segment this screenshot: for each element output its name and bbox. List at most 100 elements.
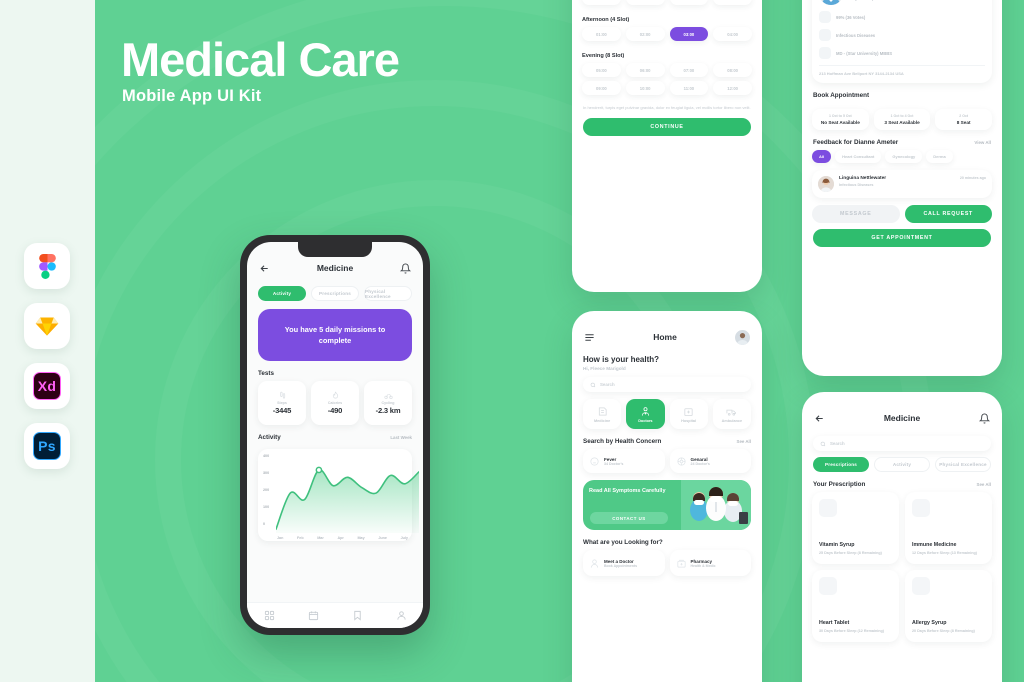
search-input[interactable]: Search [583, 377, 751, 392]
bell-icon[interactable] [979, 413, 990, 424]
feedback-filters: All Heart Consultant Gynecology Derma [802, 150, 1002, 163]
tests-section-header: Tests [247, 361, 423, 381]
hamburger-menu-icon[interactable] [584, 332, 595, 343]
message-button[interactable]: MESSAGE [812, 205, 900, 223]
concern-name: Genaral [690, 456, 708, 462]
time-slot[interactable]: 08:00 [713, 63, 752, 77]
prescription-section-header: Your Prescription See All [802, 472, 1002, 492]
bottom-navigation [247, 602, 423, 628]
user-avatar[interactable] [735, 329, 750, 345]
time-slot[interactable]: 05:00 [582, 63, 621, 77]
concern-see-all[interactable]: See All [737, 439, 751, 444]
date-card[interactable]: 2 Oct 8 Seat [935, 109, 993, 130]
time-slot[interactable]: 07:00 [669, 63, 709, 77]
profile-icon[interactable] [396, 610, 407, 621]
arrow-left-icon[interactable] [259, 263, 270, 274]
calendar-icon[interactable] [308, 610, 319, 621]
looking-card-doctor[interactable]: Meet a Doctor Book Appointments [583, 550, 665, 576]
time-slot[interactable]: 06:00 [625, 63, 665, 77]
doctor-address: 213 Hoffman Ave Bellport NY 3144-2134 US… [819, 65, 985, 76]
time-slot[interactable]: 11:00 [669, 81, 709, 95]
concern-card-fever[interactable]: Fever 34 Doctor's [583, 449, 665, 473]
cycling-icon [383, 394, 393, 399]
time-slot[interactable]: 02:00 [625, 27, 665, 41]
date-status: 3 Seat Available [884, 120, 920, 125]
medicine-detail: 12 Days Before Sleep (13 Remaining) [912, 551, 977, 556]
test-card-calories[interactable]: Calories -490 [311, 381, 359, 425]
contact-us-button[interactable]: CONTACT US [590, 512, 668, 524]
time-slot[interactable]: 04:00 [713, 27, 752, 41]
get-appointment-button[interactable]: GET APPOINTMENT [813, 229, 991, 247]
category-hospital[interactable]: Hospital [669, 399, 708, 429]
date-card[interactable]: 1 Oct to 4 Oct 3 Seat Available [873, 109, 931, 130]
sketch-icon[interactable] [24, 303, 70, 349]
tab-prescriptions[interactable]: Prescriptions [813, 457, 869, 472]
promo-banner[interactable]: Read All Symptoms Carefully CONTACT US [583, 480, 751, 530]
ambulance-icon [726, 409, 737, 416]
category-doctors[interactable]: Doctors [626, 399, 665, 429]
time-slot[interactable]: 11:00 [669, 0, 709, 5]
time-slot[interactable]: 09:00 [582, 0, 621, 5]
concern-count: 24 Doctor's [690, 461, 710, 466]
time-slot[interactable]: 01:00 [582, 27, 621, 41]
bookmark-icon[interactable] [352, 610, 363, 621]
general-icon [676, 456, 686, 466]
filter-all[interactable]: All [812, 150, 832, 163]
arrow-left-icon[interactable] [814, 413, 825, 424]
test-card-cycling[interactable]: Cycling -2.3 km [364, 381, 412, 425]
time-slot[interactable]: 10:00 [625, 0, 665, 5]
looking-name: Pharmacy [690, 558, 713, 564]
activity-header: Medicine [247, 256, 423, 280]
page-title: Medicine [316, 263, 354, 273]
allergy-box-icon [912, 577, 930, 595]
daily-missions-banner[interactable]: You have 5 daily missions to complete [258, 309, 412, 361]
home-header: Home [572, 325, 762, 349]
doctor-experience: 24 years experience overall [849, 0, 905, 1]
medicine-card[interactable]: Allergy Syrup 20 Days Before Sleep (8 Re… [905, 570, 992, 642]
concern-cards: Fever 34 Doctor's Genaral 24 Doctor's [572, 449, 762, 473]
grid-icon[interactable] [264, 610, 275, 621]
category-ambulance[interactable]: Ambulance [712, 399, 751, 429]
tab-prescriptions[interactable]: Prescriptions [311, 286, 359, 301]
date-card[interactable]: 1 Oct to 5 Oct No Seat Available [812, 109, 869, 130]
tab-activity[interactable]: Activity [258, 286, 306, 301]
prescription-see-all[interactable]: See All [977, 482, 991, 487]
continue-button[interactable]: CONTINUE [583, 117, 751, 136]
concern-card-general[interactable]: Genaral 24 Doctor's [669, 449, 751, 473]
looking-card-pharmacy[interactable]: Pharmacy Health & Medic [669, 550, 751, 576]
adobe-xd-icon[interactable]: Xd [24, 363, 70, 409]
figma-icon[interactable] [24, 243, 70, 289]
time-slot[interactable]: 12:00 [713, 0, 752, 5]
category-medicine[interactable]: Medicine [583, 399, 622, 429]
photoshop-icon[interactable]: Ps [24, 423, 70, 469]
filter-gynecology[interactable]: Gynecology [885, 150, 923, 163]
doctor-identity: Dr. Dianne Ameter Infectious Diseases 24… [819, 0, 985, 5]
medicine-detail: 20 Days Before Sleep (8 Remaining) [912, 629, 975, 634]
time-slot[interactable]: 12:00 [713, 81, 752, 95]
x-tick: May [357, 536, 365, 540]
fever-icon [590, 456, 599, 466]
test-card-steps[interactable]: Steps -3445 [258, 381, 306, 425]
looking-title: What are you Looking for? [583, 539, 663, 546]
tab-physical-excellence[interactable]: Physical Excellence [935, 457, 991, 472]
tab-physical-excellence[interactable]: Physical Excellence [364, 286, 412, 301]
activity-range[interactable]: Last Week [390, 435, 412, 440]
medicine-card[interactable]: Immune Medicine 12 Days Before Sleep (13… [905, 492, 992, 564]
prescription-search-input[interactable]: Search [813, 436, 991, 451]
filter-derma[interactable]: Derma [926, 150, 953, 163]
time-slot[interactable]: 09:00 [582, 81, 621, 95]
steps-icon [279, 391, 285, 399]
time-slot[interactable]: 10:00 [625, 81, 665, 95]
tab-activity[interactable]: Activity [874, 457, 930, 472]
call-request-button[interactable]: CALL REQUEST [904, 205, 992, 223]
time-slot-selected[interactable]: 03:00 [669, 27, 709, 41]
bell-icon[interactable] [400, 263, 411, 274]
x-tick: Jan [277, 536, 284, 540]
feedback-view-all[interactable]: View All [974, 140, 991, 145]
filter-heart-consultant[interactable]: Heart Consultant [835, 150, 882, 163]
stethoscope-icon [819, 29, 831, 41]
medicine-card[interactable]: Heart Tablet 30 Days Before Sleep (12 Re… [812, 570, 899, 642]
medicine-card[interactable]: Vitamin Syrup 25 Days Before Sleep (8 Re… [812, 492, 899, 564]
capsule-icon [819, 577, 837, 595]
search-placeholder: Search [600, 382, 615, 387]
